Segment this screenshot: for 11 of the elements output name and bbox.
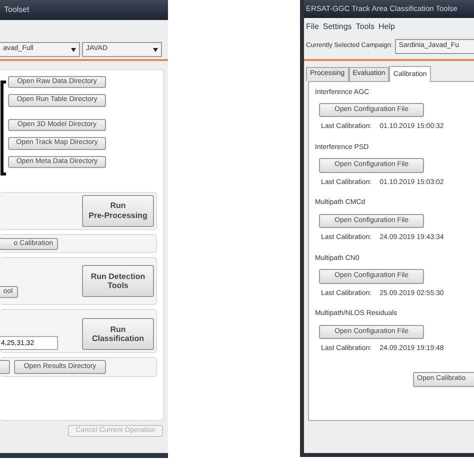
menu-item[interactable]: Tools [356, 20, 374, 32]
run-detection-button[interactable]: Run Detection Tools [82, 265, 154, 298]
menu-item[interactable]: Help [378, 20, 395, 32]
menu-item[interactable]: Settings [322, 20, 352, 32]
run-classification-button[interactable]: Run Classification [82, 318, 154, 350]
window-title: Toolset [0, 0, 168, 20]
caret-icon [71, 48, 76, 52]
caret-icon [153, 48, 158, 52]
run-preprocessing-button[interactable]: Run Pre-Processing [82, 195, 154, 227]
menu-item[interactable]: File [306, 20, 319, 32]
button[interactable] [0, 360, 10, 374]
